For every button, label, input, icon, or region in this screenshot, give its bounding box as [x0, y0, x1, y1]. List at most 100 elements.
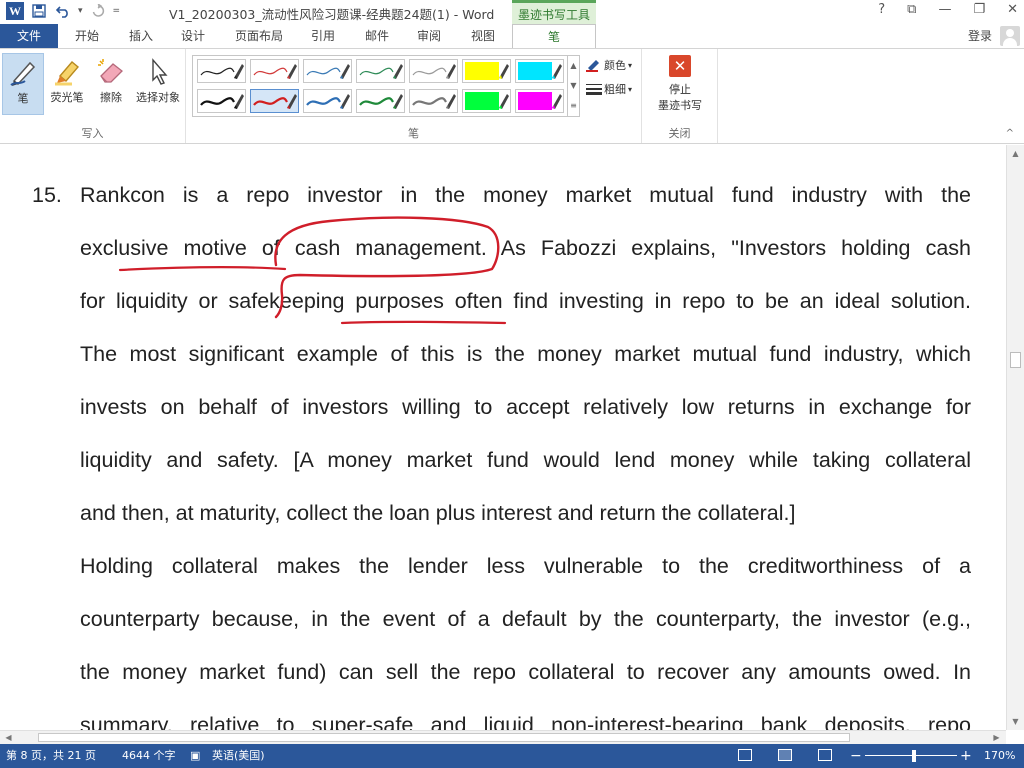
text-line: exclusive motive of cash management. As …	[80, 236, 971, 260]
pen-button-label: 笔	[17, 92, 29, 105]
gallery-more-icon[interactable]: ≡	[568, 96, 579, 116]
pen-swatch-icon	[200, 94, 244, 109]
window-title: V1_20200303_流动性风险习题课-经典题24题(1) - Word	[169, 7, 495, 22]
question-number: 15.	[32, 183, 62, 207]
select-objects-button-label: 选择对象	[136, 91, 180, 104]
close-icon[interactable]: ✕	[1007, 2, 1018, 17]
tab-page-layout[interactable]: 页面布局	[226, 24, 292, 48]
tab-pen[interactable]: 笔	[512, 24, 596, 48]
pen-swatch-icon	[253, 94, 297, 109]
pen-color-icon	[586, 60, 599, 72]
write-group-label: 写入	[81, 127, 104, 140]
sign-in-link[interactable]: 登录	[968, 24, 992, 48]
help-icon[interactable]: ?	[878, 2, 885, 17]
pen-swatch[interactable]	[462, 59, 511, 83]
eraser-button[interactable]: 擦除	[90, 53, 132, 115]
ink-tools-context-label: 墨迹书写工具	[512, 0, 596, 24]
ribbon: 笔 荧光笔 擦除 选择对象 写入 笔 ▲ ▼ ≡ 颜色 ▾ 粗细 ▾ 关闭 ✕ …	[0, 48, 1024, 144]
language-indicator[interactable]: 英语(美国)	[212, 744, 265, 768]
tab-view[interactable]: 视图	[458, 24, 508, 48]
pen-swatch[interactable]	[356, 59, 405, 83]
text-line: and then, at maturity, collect the loan …	[80, 501, 796, 525]
pen-thickness-icon	[586, 84, 602, 95]
pen-button[interactable]: 笔	[2, 53, 44, 115]
pen-color-label: 颜色	[604, 59, 626, 72]
pen-swatch[interactable]	[462, 89, 511, 113]
pen-swatch-icon	[306, 94, 350, 109]
pen-swatch[interactable]	[409, 59, 458, 83]
pen-swatch[interactable]	[250, 89, 299, 113]
undo-dropdown-icon[interactable]: ▾	[78, 6, 83, 16]
stop-inking-button[interactable]: ✕ 停止 墨迹书写	[650, 55, 710, 117]
tab-references[interactable]: 引用	[298, 24, 348, 48]
tab-mailings[interactable]: 邮件	[352, 24, 402, 48]
pen-gallery: ▲ ▼ ≡	[192, 55, 580, 117]
ink-underline-exclusive-motive	[118, 266, 287, 272]
zoom-slider-thumb[interactable]	[912, 750, 916, 762]
pen-swatch[interactable]	[409, 89, 458, 113]
eraser-button-label: 擦除	[100, 91, 122, 104]
document-page[interactable]: 15. Rankcon is a repo investor in the mo…	[0, 145, 1006, 730]
tab-design[interactable]: 设计	[168, 24, 218, 48]
pen-swatch[interactable]	[250, 59, 299, 83]
pen-swatch[interactable]	[515, 89, 564, 113]
vertical-scroll-thumb[interactable]	[1010, 352, 1021, 368]
pen-swatch-icon	[412, 94, 456, 109]
stop-inking-label-line1: 停止	[669, 83, 691, 96]
word-count[interactable]: 4644 个字	[122, 744, 176, 768]
pen-swatch[interactable]	[303, 89, 352, 113]
minimize-icon[interactable]: —	[938, 2, 951, 17]
save-icon[interactable]	[30, 2, 48, 20]
ribbon-display-options-icon[interactable]: ⧉	[907, 2, 916, 17]
pen-swatch-icon	[518, 62, 562, 80]
tab-home[interactable]: 开始	[62, 24, 112, 48]
scroll-down-icon[interactable]: ▼	[1007, 713, 1024, 730]
select-objects-icon	[134, 53, 182, 89]
customize-qat-icon[interactable]: =	[113, 6, 121, 16]
vertical-scrollbar[interactable]: ▲ ▼	[1006, 145, 1024, 730]
print-layout-icon[interactable]	[778, 749, 792, 761]
zoom-level[interactable]: 170%	[984, 744, 1015, 768]
zoom-slider-track[interactable]	[865, 755, 957, 756]
tab-review[interactable]: 审阅	[404, 24, 454, 48]
status-bar: 第 8 页，共 21 页 4644 个字 ▣ 英语(美国) − + 170%	[0, 744, 1024, 768]
zoom-in-icon[interactable]: +	[960, 744, 972, 768]
pen-swatch-icon	[465, 62, 509, 80]
proofing-icon[interactable]: ▣	[190, 744, 200, 768]
text-line: invests on behalf of investors willing t…	[80, 395, 971, 419]
pen-swatch[interactable]	[197, 89, 246, 113]
read-mode-icon[interactable]	[738, 749, 752, 761]
ink-underline-purposes-often	[340, 320, 507, 325]
stop-inking-label-line2: 墨迹书写	[658, 99, 702, 112]
page-count[interactable]: 第 8 页，共 21 页	[6, 744, 96, 768]
scroll-up-icon[interactable]: ▲	[1007, 145, 1024, 162]
undo-icon[interactable]	[54, 2, 72, 20]
pen-swatch[interactable]	[197, 59, 246, 83]
highlighter-button-label: 荧光笔	[50, 91, 84, 104]
pen-color-button[interactable]: 颜色 ▾	[586, 57, 632, 73]
pen-swatch[interactable]	[356, 89, 405, 113]
gallery-down-icon[interactable]: ▼	[568, 76, 579, 96]
zoom-out-icon[interactable]: −	[850, 744, 862, 768]
text-line: Holding collateral makes the lender less…	[80, 554, 971, 578]
select-objects-button[interactable]: 选择对象	[134, 53, 182, 115]
pen-swatch[interactable]	[515, 59, 564, 83]
highlighter-button[interactable]: 荧光笔	[46, 53, 88, 115]
tab-insert[interactable]: 插入	[116, 24, 166, 48]
collapse-ribbon-icon[interactable]: ^	[1006, 128, 1014, 139]
horizontal-scrollbar[interactable]: ◀ ▶	[0, 730, 1006, 744]
word-logo-icon[interactable]: W	[6, 2, 24, 20]
pen-swatch-icon	[200, 64, 244, 79]
window-controls: ? ⧉ — ❐ ✕	[878, 2, 1018, 17]
avatar[interactable]	[1000, 26, 1020, 46]
text-line: Rankcon is a repo investor in the money …	[80, 183, 971, 207]
gallery-up-icon[interactable]: ▲	[568, 56, 579, 76]
pen-thickness-button[interactable]: 粗细 ▾	[586, 81, 632, 97]
web-layout-icon[interactable]	[818, 749, 832, 761]
tab-file[interactable]: 文件	[0, 24, 58, 48]
redo-icon[interactable]	[89, 2, 107, 20]
text-line: counterparty because, in the event of a …	[80, 607, 971, 631]
pen-swatch[interactable]	[303, 59, 352, 83]
horizontal-scroll-thumb[interactable]	[38, 733, 850, 742]
restore-icon[interactable]: ❐	[973, 2, 985, 17]
